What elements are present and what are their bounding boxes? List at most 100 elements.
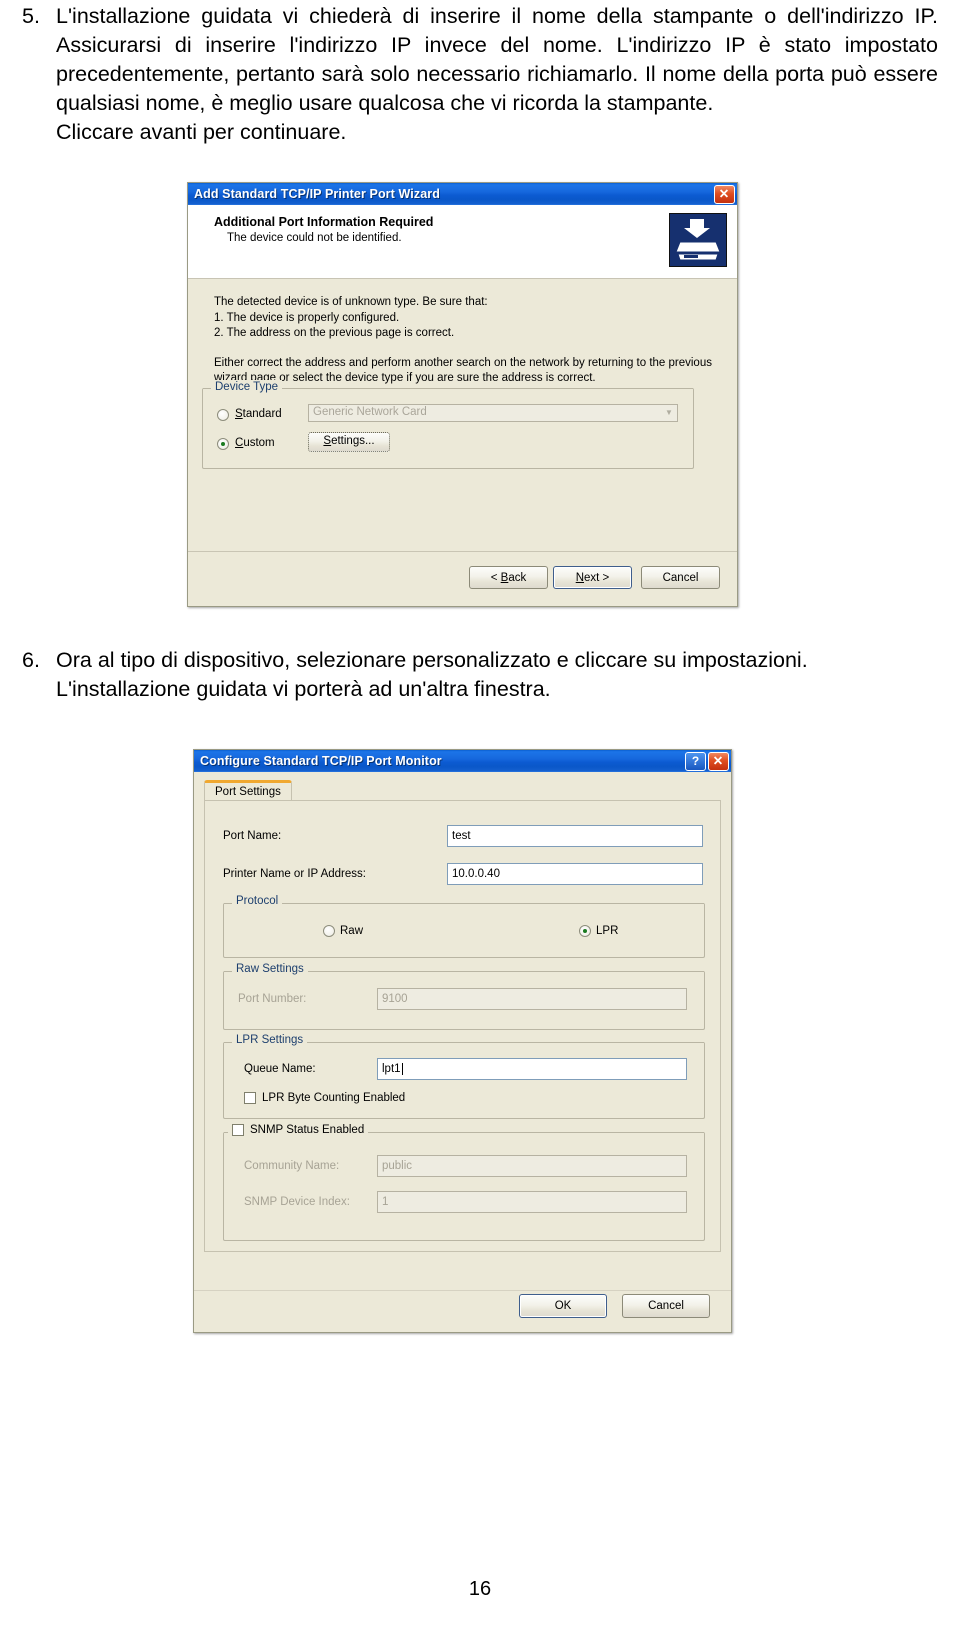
ok-button-label: OK xyxy=(554,1300,572,1312)
cancel-button-label: Cancel xyxy=(662,571,699,584)
close-icon[interactable]: ✕ xyxy=(714,184,735,204)
snmp-device-index-label: SNMP Device Index: xyxy=(244,1196,350,1208)
standard-label: Standard xyxy=(235,408,282,420)
config-title-bar: Configure Standard TCP/IP Port Monitor ?… xyxy=(194,750,731,772)
port-number-value: 9100 xyxy=(382,993,408,1005)
lpr-byte-counting-row[interactable]: LPR Byte Counting Enabled xyxy=(244,1092,405,1104)
device-type-group: Device Type Standard Generic Network Car… xyxy=(202,380,694,469)
wizard-body-item-2: 2. The address on the previous page is c… xyxy=(214,327,455,339)
paragraph-6-text: Ora al tipo di dispositivo, selezionare … xyxy=(56,648,808,672)
lpr-settings-legend: LPR Settings xyxy=(232,1034,308,1046)
snmp-settings-group: SNMP Status Enabled Community Name: publ… xyxy=(223,1124,705,1241)
tab-port-settings-label: Port Settings xyxy=(215,786,281,798)
close-glyph: ✕ xyxy=(719,186,730,202)
port-name-label: Port Name: xyxy=(223,830,282,842)
protocol-legend: Protocol xyxy=(232,895,283,907)
close-icon[interactable]: ✕ xyxy=(708,751,729,771)
standard-radio[interactable] xyxy=(217,408,229,421)
back-button[interactable]: < Back xyxy=(469,566,548,589)
snmp-status-enabled-checkbox[interactable] xyxy=(232,1124,244,1136)
cancel-button[interactable]: Cancel xyxy=(641,566,720,589)
printer-name-input[interactable]: 10.0.0.40 xyxy=(447,863,703,885)
raw-radio[interactable] xyxy=(323,925,335,937)
lpr-byte-counting-checkbox[interactable] xyxy=(244,1092,256,1104)
wizard-body-intro: The detected device is of unknown type. … xyxy=(214,296,488,308)
tab-port-settings[interactable]: Port Settings xyxy=(204,780,292,801)
printer-name-label: Printer Name or IP Address: xyxy=(223,868,366,880)
text-caret xyxy=(401,1063,403,1075)
wizard-body-item-1: 1. The device is properly configured. xyxy=(214,311,400,324)
device-type-legend: Device Type xyxy=(211,380,283,396)
raw-settings-group: Raw Settings Port Number: 9100 xyxy=(223,963,705,1030)
wizard-header: Additional Port Information Required The… xyxy=(188,205,737,279)
help-glyph: ? xyxy=(691,754,700,768)
settings-button[interactable]: Settings... xyxy=(308,432,390,452)
paragraph-6-body: Ora al tipo di dispositivo, selezionare … xyxy=(56,646,938,704)
next-button-label: Next > xyxy=(575,571,610,584)
wizard-footer: < Back Next > Cancel xyxy=(188,551,737,606)
device-type-standard-row[interactable]: Standard xyxy=(217,407,282,423)
lpr-byte-counting-label: LPR Byte Counting Enabled xyxy=(262,1092,406,1104)
paragraph-6-text-continued: L'installazione guidata vi porterà ad un… xyxy=(56,677,551,701)
config-content: Port Settings Port Name: test Printer Na… xyxy=(204,780,721,1280)
close-glyph: ✕ xyxy=(713,753,724,769)
cancel-button-label: Cancel xyxy=(648,1300,684,1312)
back-button-label: < Back xyxy=(490,571,527,584)
paragraph-5-body: L'installazione guidata vi chiederà di i… xyxy=(56,2,938,147)
protocol-raw-row[interactable]: Raw xyxy=(323,925,363,937)
chevron-down-icon[interactable]: ▼ xyxy=(661,405,677,421)
printer-name-value: 10.0.0.40 xyxy=(452,868,500,880)
paragraph-5-text-continued: Cliccare avanti per continuare. xyxy=(56,120,347,144)
wizard-title-bar: Add Standard TCP/IP Printer Port Wizard … xyxy=(188,183,737,205)
lpr-label: LPR xyxy=(596,925,619,937)
snmp-status-enabled-row[interactable]: SNMP Status Enabled xyxy=(228,1124,369,1136)
help-icon[interactable]: ? xyxy=(685,751,706,771)
wizard-heading: Additional Port Information Required xyxy=(214,215,434,229)
port-number-input: 9100 xyxy=(377,988,687,1010)
paragraph-5-text: L'installazione guidata vi chiederà di i… xyxy=(56,4,938,115)
settings-button-label: Settings... xyxy=(323,435,375,448)
paragraph-6: 6. Ora al tipo di dispositivo, seleziona… xyxy=(22,646,938,704)
protocol-group: Protocol Raw LPR xyxy=(223,895,705,958)
wizard-body-paragraph: Either correct the address and perform a… xyxy=(214,356,712,385)
port-settings-tab-page: Port Name: test Printer Name or IP Addre… xyxy=(204,800,721,1252)
community-name-value: public xyxy=(382,1160,413,1172)
config-title: Configure Standard TCP/IP Port Monitor xyxy=(200,754,442,768)
snmp-status-enabled-label: SNMP Status Enabled xyxy=(250,1124,365,1136)
community-name-input: public xyxy=(377,1155,687,1177)
wizard-body: The detected device is of unknown type. … xyxy=(188,279,737,550)
device-type-combo[interactable]: Generic Network Card ▼ xyxy=(308,404,678,422)
protocol-lpr-row[interactable]: LPR xyxy=(579,925,618,937)
ok-button[interactable]: OK xyxy=(519,1294,607,1318)
configure-standard-tcpip-port-monitor-dialog: Configure Standard TCP/IP Port Monitor ?… xyxy=(193,749,732,1333)
device-type-custom-row[interactable]: Custom xyxy=(217,436,275,452)
device-type-combo-value: Generic Network Card xyxy=(313,406,427,419)
custom-label: Custom xyxy=(235,437,275,449)
port-name-input[interactable]: test xyxy=(447,825,703,847)
paragraph-6-number: 6. xyxy=(22,648,40,672)
lpr-settings-group: LPR Settings Queue Name: lpt1 LPR Byte C… xyxy=(223,1034,705,1119)
footer-divider xyxy=(194,1290,731,1291)
raw-settings-legend: Raw Settings xyxy=(232,963,308,975)
wizard-header-texts: Additional Port Information Required The… xyxy=(214,213,669,244)
queue-name-label: Queue Name: xyxy=(244,1063,316,1075)
lpr-radio[interactable] xyxy=(579,925,591,937)
wizard-title: Add Standard TCP/IP Printer Port Wizard xyxy=(194,187,440,201)
port-number-label: Port Number: xyxy=(238,993,307,1005)
snmp-device-index-value: 1 xyxy=(382,1196,389,1208)
page-number: 16 xyxy=(468,1578,492,1600)
paragraph-5: 5. L'installazione guidata vi chiederà d… xyxy=(22,2,938,147)
tab-strip: Port Settings xyxy=(204,780,721,801)
port-name-value: test xyxy=(452,830,471,842)
cancel-button[interactable]: Cancel xyxy=(622,1294,710,1318)
community-name-label: Community Name: xyxy=(244,1160,340,1172)
queue-name-input[interactable]: lpt1 xyxy=(377,1058,687,1080)
printer-icon xyxy=(669,213,727,267)
paragraph-5-number: 5. xyxy=(22,4,40,28)
custom-radio[interactable] xyxy=(217,437,229,450)
next-button[interactable]: Next > xyxy=(553,566,632,589)
queue-name-value: lpt1 xyxy=(382,1063,401,1075)
add-standard-tcpip-printer-port-wizard-dialog: Add Standard TCP/IP Printer Port Wizard … xyxy=(187,182,738,607)
raw-label: Raw xyxy=(340,925,364,937)
snmp-device-index-input: 1 xyxy=(377,1191,687,1213)
